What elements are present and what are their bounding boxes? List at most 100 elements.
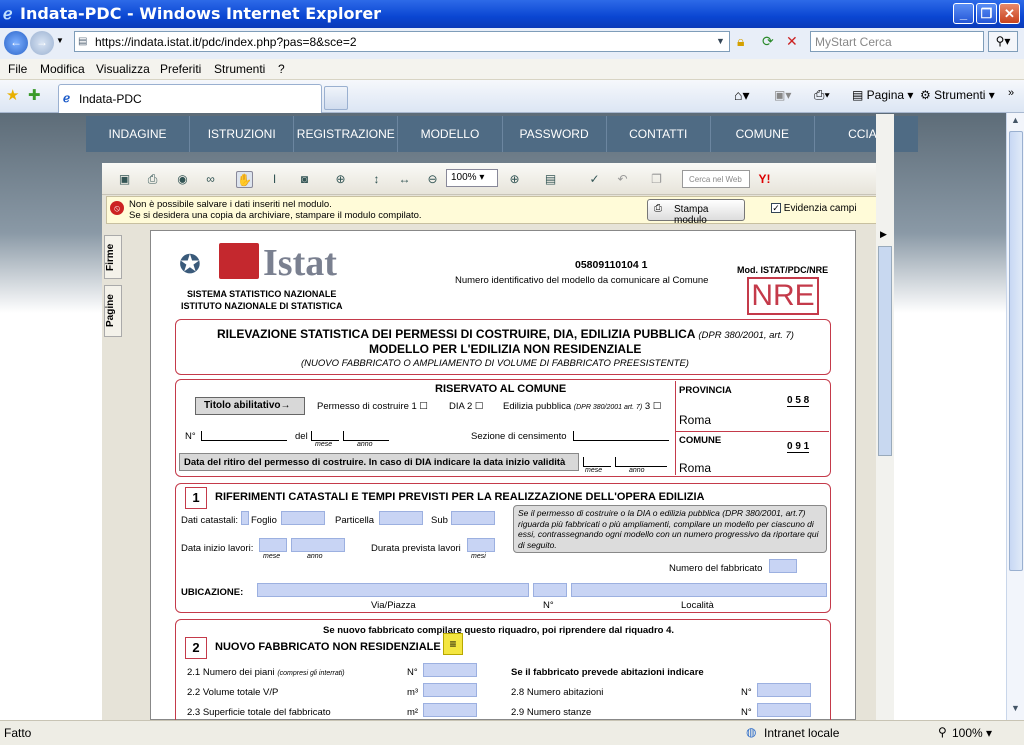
url-dropdown-icon[interactable]: ▼ <box>716 36 725 46</box>
menu-file[interactable]: File <box>8 62 27 76</box>
search-icon[interactable]: ⚲▾ <box>988 31 1018 52</box>
titolo-button[interactable]: Titolo abilitativo→ <box>195 397 305 415</box>
nav-comune[interactable]: COMUNE <box>711 116 815 152</box>
del-month-field[interactable] <box>311 431 339 441</box>
localita-field[interactable] <box>571 583 827 597</box>
yahoo-icon[interactable]: Y! <box>756 171 773 188</box>
print-icon[interactable]: ⎙ <box>144 171 161 188</box>
web-search-input[interactable]: Cerca nel Web <box>682 170 750 188</box>
tab-indata[interactable]: ℯ Indata-PDC <box>58 84 322 113</box>
menu-view[interactable]: Visualizza <box>96 62 150 76</box>
scroll-down-icon[interactable]: ▼ <box>1011 703 1020 713</box>
tab-pages[interactable]: Pagine <box>104 285 122 337</box>
zoom-in-icon[interactable]: ⊕ <box>332 171 349 188</box>
history-dropdown-icon[interactable]: ▼ <box>56 36 64 45</box>
zoom-select[interactable]: 100% ▾ <box>446 169 498 187</box>
piani-field[interactable] <box>423 663 477 677</box>
highlight-fields-checkbox[interactable]: ✓ Evidenzia campi <box>771 203 857 214</box>
zoom-plus-icon[interactable]: ⊕ <box>506 171 523 188</box>
back-button[interactable]: ← <box>4 31 28 55</box>
print-icon[interactable]: ⎙▾ <box>814 87 830 103</box>
del-year-field[interactable] <box>343 431 389 441</box>
stop-icon[interactable]: ✕ <box>786 33 798 50</box>
search-input[interactable]: MyStart Cerca <box>810 31 984 52</box>
nav-cciaa[interactable]: CCIAA <box>815 116 918 152</box>
pdf-scroll-thumb[interactable] <box>878 246 892 456</box>
hand-tool-icon[interactable]: ✋ <box>236 171 253 188</box>
menu-edit[interactable]: Modifica <box>40 62 85 76</box>
copy-icon[interactable]: ❐ <box>648 171 665 188</box>
cat-prefix-field[interactable] <box>241 511 249 525</box>
fit-page-icon[interactable]: ↕ <box>368 171 385 188</box>
menu-favorites[interactable]: Preferiti <box>160 62 201 76</box>
sub-label: Sub <box>431 515 448 526</box>
nav-istruzioni[interactable]: ISTRUZIONI <box>190 116 295 152</box>
particella-field[interactable] <box>379 511 423 525</box>
favorites-star-icon[interactable]: ★ <box>6 86 19 104</box>
print-form-button[interactable]: ⎙ Stampa modulo <box>647 199 745 226</box>
abitazioni-field[interactable] <box>757 683 811 697</box>
n-field[interactable] <box>201 431 287 441</box>
browser-scrollbar[interactable]: ▲ ▼ <box>1006 113 1024 720</box>
superficie-field[interactable] <box>423 703 477 717</box>
side-tabs: Firme Pagine <box>104 235 122 435</box>
nav-modello[interactable]: MODELLO <box>398 116 503 152</box>
spellcheck-icon[interactable]: ✓ <box>586 171 603 188</box>
add-favorite-icon[interactable]: ✚ <box>28 86 41 104</box>
inizio-year-field[interactable] <box>291 538 345 552</box>
durata-field[interactable] <box>467 538 495 552</box>
page-layout-icon[interactable]: ▤ <box>542 171 559 188</box>
snapshot-icon[interactable]: ◙ <box>296 171 313 188</box>
edil-option[interactable]: Edilizia pubblica (DPR 380/2001 art. 7) … <box>503 401 661 412</box>
page-menu-button[interactable]: ▤ Pagina ▾ <box>852 88 913 102</box>
save-icon[interactable]: ▣ <box>116 171 133 188</box>
nav-registrazione[interactable]: REGISTRAZIONE <box>294 116 399 152</box>
dia-option[interactable]: DIA 2 ☐ <box>449 401 483 412</box>
select-text-icon[interactable]: I <box>266 171 283 188</box>
num-fabb-field[interactable] <box>769 559 797 573</box>
via-field[interactable] <box>257 583 529 597</box>
sezione-field[interactable] <box>573 431 669 441</box>
tools-menu-button[interactable]: ⚙ Strumenti ▾ <box>920 88 995 102</box>
maximize-button[interactable]: ❐ <box>976 3 997 24</box>
lock-icon[interactable]: 🔒︎ <box>737 33 744 50</box>
feeds-icon[interactable]: ▣▾ <box>774 88 791 102</box>
scroll-up-icon[interactable]: ▲ <box>1011 115 1020 125</box>
zoom-level[interactable]: 100% ▾ <box>952 726 992 740</box>
url-input[interactable]: https://indata.istat.it/pdc/index.php?pa… <box>74 31 730 52</box>
forward-button[interactable]: → <box>30 31 54 55</box>
email-icon[interactable]: ◉ <box>174 171 191 188</box>
inizio-month-field[interactable] <box>259 538 287 552</box>
ritiro-month-field[interactable] <box>583 457 611 467</box>
nav-indagine[interactable]: INDAGINE <box>86 116 191 152</box>
browser-scroll-thumb[interactable] <box>1009 131 1023 571</box>
close-button[interactable]: ✕ <box>999 3 1020 24</box>
zoom-icon[interactable]: ⚲ <box>938 725 947 739</box>
nav-contatti[interactable]: CONTATTI <box>607 116 711 152</box>
home-icon[interactable]: ⌂▾ <box>734 87 749 104</box>
nav-password[interactable]: PASSWORD <box>503 116 607 152</box>
fit-width-icon[interactable]: ↔ <box>396 171 413 188</box>
ritiro-year-field[interactable] <box>615 457 667 467</box>
row-2-2-label: 2.2 Volume totale V/P <box>187 687 279 698</box>
mod-label: Mod. ISTAT/PDC/NRE <box>737 265 829 275</box>
comment-note-icon[interactable]: ≡ <box>443 633 463 655</box>
pdf-scrollbar[interactable]: ▶ <box>876 114 894 720</box>
minimize-button[interactable]: _ <box>953 3 974 24</box>
undo-icon[interactable]: ↶ <box>614 171 631 188</box>
tab-signatures[interactable]: Firme <box>104 235 122 279</box>
sub-field[interactable] <box>451 511 495 525</box>
refresh-icon[interactable]: ⟳ <box>762 33 774 50</box>
stanze-field[interactable] <box>757 703 811 717</box>
menu-help[interactable]: ? <box>278 62 285 76</box>
new-tab-button[interactable] <box>324 86 348 110</box>
chevron-right-icon[interactable]: » <box>1008 87 1014 99</box>
zoom-out-icon[interactable]: ⊖ <box>424 171 441 188</box>
scroll-right-icon[interactable]: ▶ <box>880 229 887 240</box>
binoculars-icon[interactable]: ∞ <box>202 171 219 188</box>
foglio-field[interactable] <box>281 511 325 525</box>
volume-field[interactable] <box>423 683 477 697</box>
civico-field[interactable] <box>533 583 567 597</box>
menu-tools[interactable]: Strumenti <box>214 62 265 76</box>
perm-option[interactable]: Permesso di costruire 1 ☐ <box>317 401 428 412</box>
